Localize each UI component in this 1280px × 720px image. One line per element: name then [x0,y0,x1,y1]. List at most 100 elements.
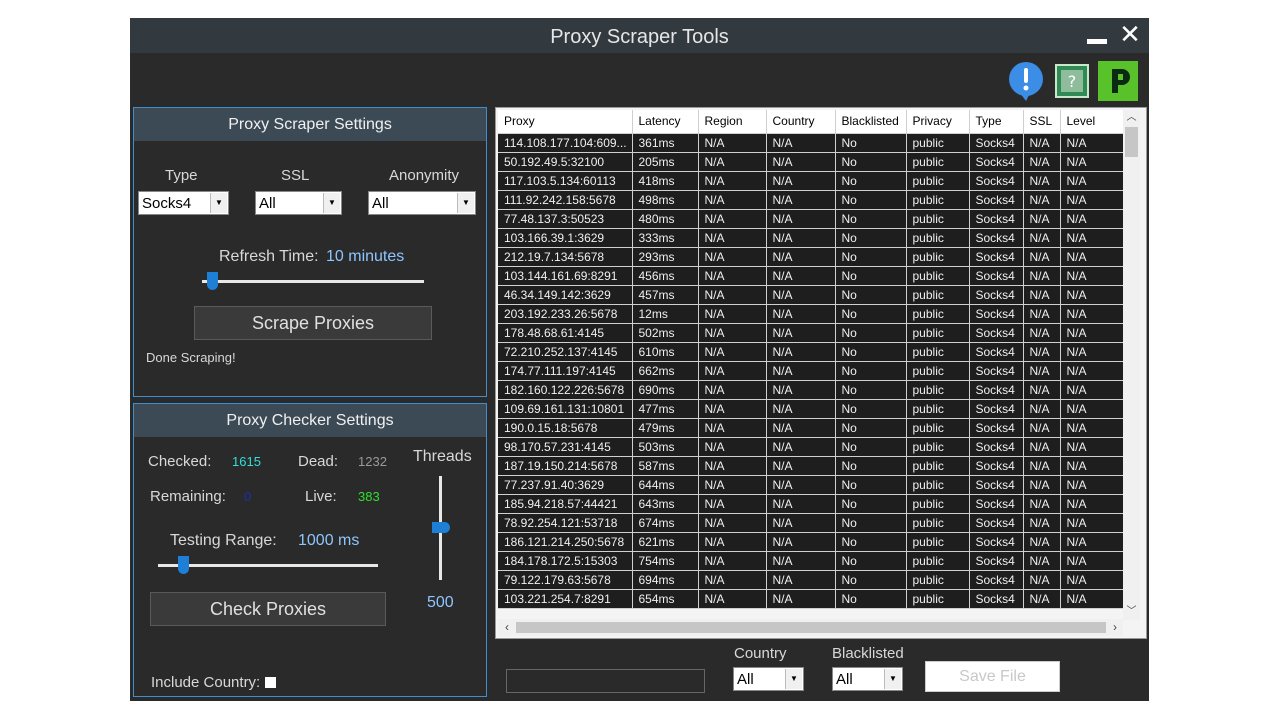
table-row[interactable]: 103.221.254.7:8291 654ms N/A N/A No public Soc… [498,589,1124,609]
table-row[interactable]: 77.48.137.3:50523 480ms N/A N/A No public Sock… [498,209,1124,229]
country-filter-label: Country [734,645,787,662]
check-proxies-button[interactable]: Check Proxies [150,592,386,626]
table-row[interactable]: 79.122.179.63:5678 694ms N/A N/A No public Soc… [498,570,1124,590]
cell-type: Socks4 [969,228,1024,248]
cell-ssl: N/A [1023,361,1061,381]
ipvanish-logo-icon[interactable] [1098,61,1138,101]
column-header-latency[interactable]: Latency [632,110,699,134]
table-row[interactable]: 117.103.5.134:60113 418ms N/A N/A No public So… [498,171,1124,191]
cell-privacy: public [906,380,970,400]
table-row[interactable]: 184.178.172.5:15303 754ms N/A N/A No public So… [498,551,1124,571]
table-row[interactable]: 187.19.150.214:5678 587ms N/A N/A No public So… [498,456,1124,476]
column-header-region[interactable]: Region [698,110,767,134]
cell-level: N/A [1060,494,1124,514]
country-filter-select[interactable]: All ▼ [733,667,804,691]
cell-region: N/A [698,399,767,419]
ssl-select[interactable]: All ▼ [255,191,342,215]
include-country-checkbox[interactable] [265,677,276,688]
horizontal-scroll-thumb[interactable] [516,622,1106,633]
table-row[interactable]: 109.69.161.131:10801 477ms N/A N/A No public S… [498,399,1124,419]
cell-latency: 503ms [632,437,699,457]
table-row[interactable]: 50.192.49.5:32100 205ms N/A N/A No public Sock… [498,152,1124,172]
blacklisted-filter-select[interactable]: All ▼ [832,667,903,691]
table-row[interactable]: 190.0.15.18:5678 479ms N/A N/A No public Socks… [498,418,1124,438]
table-row[interactable]: 78.92.254.121:53718 674ms N/A N/A No public So… [498,513,1124,533]
cell-latency: 293ms [632,247,699,267]
cell-country: N/A [766,589,836,609]
cell-privacy: public [906,285,970,305]
column-header-type[interactable]: Type [969,110,1024,134]
table-row[interactable]: 98.170.57.231:4145 503ms N/A N/A No public Soc… [498,437,1124,457]
anonymity-select[interactable]: All ▼ [368,191,476,215]
minimize-icon[interactable] [1087,39,1107,44]
table-row[interactable]: 77.237.91.40:3629 644ms N/A N/A No public Sock… [498,475,1124,495]
table-row[interactable]: 103.166.39.1:3629 333ms N/A N/A No public Sock… [498,228,1124,248]
file-path-input[interactable] [506,669,705,693]
column-header-ssl[interactable]: SSL [1023,110,1061,134]
table-row[interactable]: 72.210.252.137:4145 610ms N/A N/A No public So… [498,342,1124,362]
title-bar[interactable]: Proxy Scraper Tools ✕ [130,18,1149,53]
chip-help-icon[interactable]: ? [1052,61,1092,101]
cell-privacy: public [906,190,970,210]
table-row[interactable]: 185.94.218.57:44421 643ms N/A N/A No public So… [498,494,1124,514]
cell-level: N/A [1060,551,1124,571]
type-select[interactable]: Socks4 ▼ [138,191,229,215]
cell-blacklisted: No [835,266,907,286]
scrape-proxies-button[interactable]: Scrape Proxies [194,306,432,340]
scrape-status: Done Scraping! [146,350,236,365]
column-header-proxy[interactable]: Proxy [498,110,633,134]
table-row[interactable]: 174.77.111.197:4145 662ms N/A N/A No public So… [498,361,1124,381]
chevron-down-icon[interactable]: ▼ [457,193,474,213]
chevron-down-icon[interactable]: ﹀ [1123,604,1140,620]
chevron-down-icon[interactable]: ▼ [785,669,802,689]
refresh-slider-thumb[interactable] [207,272,218,290]
table-row[interactable]: 111.92.242.158:5678 498ms N/A N/A No public So… [498,190,1124,210]
table-row[interactable]: 203.192.233.26:5678 12ms N/A N/A No public Soc… [498,304,1124,324]
horizontal-scrollbar[interactable]: ‹ › [498,619,1123,636]
refresh-time-slider[interactable] [202,280,424,283]
chevron-down-icon[interactable]: ▼ [323,193,340,213]
cell-blacklisted: No [835,285,907,305]
cell-level: N/A [1060,380,1124,400]
table-row[interactable]: 212.19.7.134:5678 293ms N/A N/A No public Sock… [498,247,1124,267]
table-row[interactable]: 178.48.68.61:4145 502ms N/A N/A No public Sock… [498,323,1124,343]
cell-level: N/A [1060,228,1124,248]
column-header-country[interactable]: Country [766,110,836,134]
column-header-blacklisted[interactable]: Blacklisted [835,110,907,134]
table-row[interactable]: 103.144.161.69:8291 456ms N/A N/A No public So… [498,266,1124,286]
save-file-button[interactable]: Save File [925,661,1060,692]
threads-label: Threads [413,448,472,465]
chevron-right-icon[interactable]: › [1108,619,1122,636]
table-row[interactable]: 46.34.149.142:3629 457ms N/A N/A No public Soc… [498,285,1124,305]
cell-region: N/A [698,532,767,552]
cell-region: N/A [698,209,767,229]
vertical-scroll-thumb[interactable] [1125,127,1138,157]
cell-region: N/A [698,190,767,210]
cell-privacy: public [906,323,970,343]
cell-ssl: N/A [1023,380,1061,400]
exclamation-icon[interactable] [1006,61,1046,101]
cell-privacy: public [906,266,970,286]
chevron-left-icon[interactable]: ‹ [500,619,514,636]
cell-level: N/A [1060,361,1124,381]
column-header-level[interactable]: Level [1060,110,1124,134]
testing-range-slider[interactable] [158,564,378,567]
column-header-privacy[interactable]: Privacy [906,110,970,134]
cell-level: N/A [1060,475,1124,495]
cell-country: N/A [766,418,836,438]
close-icon[interactable]: ✕ [1118,21,1142,47]
cell-privacy: public [906,475,970,495]
cell-country: N/A [766,285,836,305]
chevron-down-icon[interactable]: ▼ [210,193,227,213]
vertical-scrollbar[interactable]: ︿ ﹀ [1123,110,1140,620]
testing-range-thumb[interactable] [178,556,189,574]
table-row[interactable]: 114.108.177.104:609... 361ms N/A N/A No publi… [498,133,1124,153]
table-row[interactable]: 186.121.214.250:5678 621ms N/A N/A No public S… [498,532,1124,552]
cell-type: Socks4 [969,532,1024,552]
table-row[interactable]: 182.160.122.226:5678 690ms N/A N/A No public S… [498,380,1124,400]
refresh-time-value: 10 minutes [326,248,405,265]
remaining-label: Remaining: [150,488,226,505]
chevron-down-icon[interactable]: ▼ [884,669,901,689]
chevron-up-icon[interactable]: ︿ [1123,110,1140,126]
threads-slider-thumb[interactable] [432,522,450,533]
